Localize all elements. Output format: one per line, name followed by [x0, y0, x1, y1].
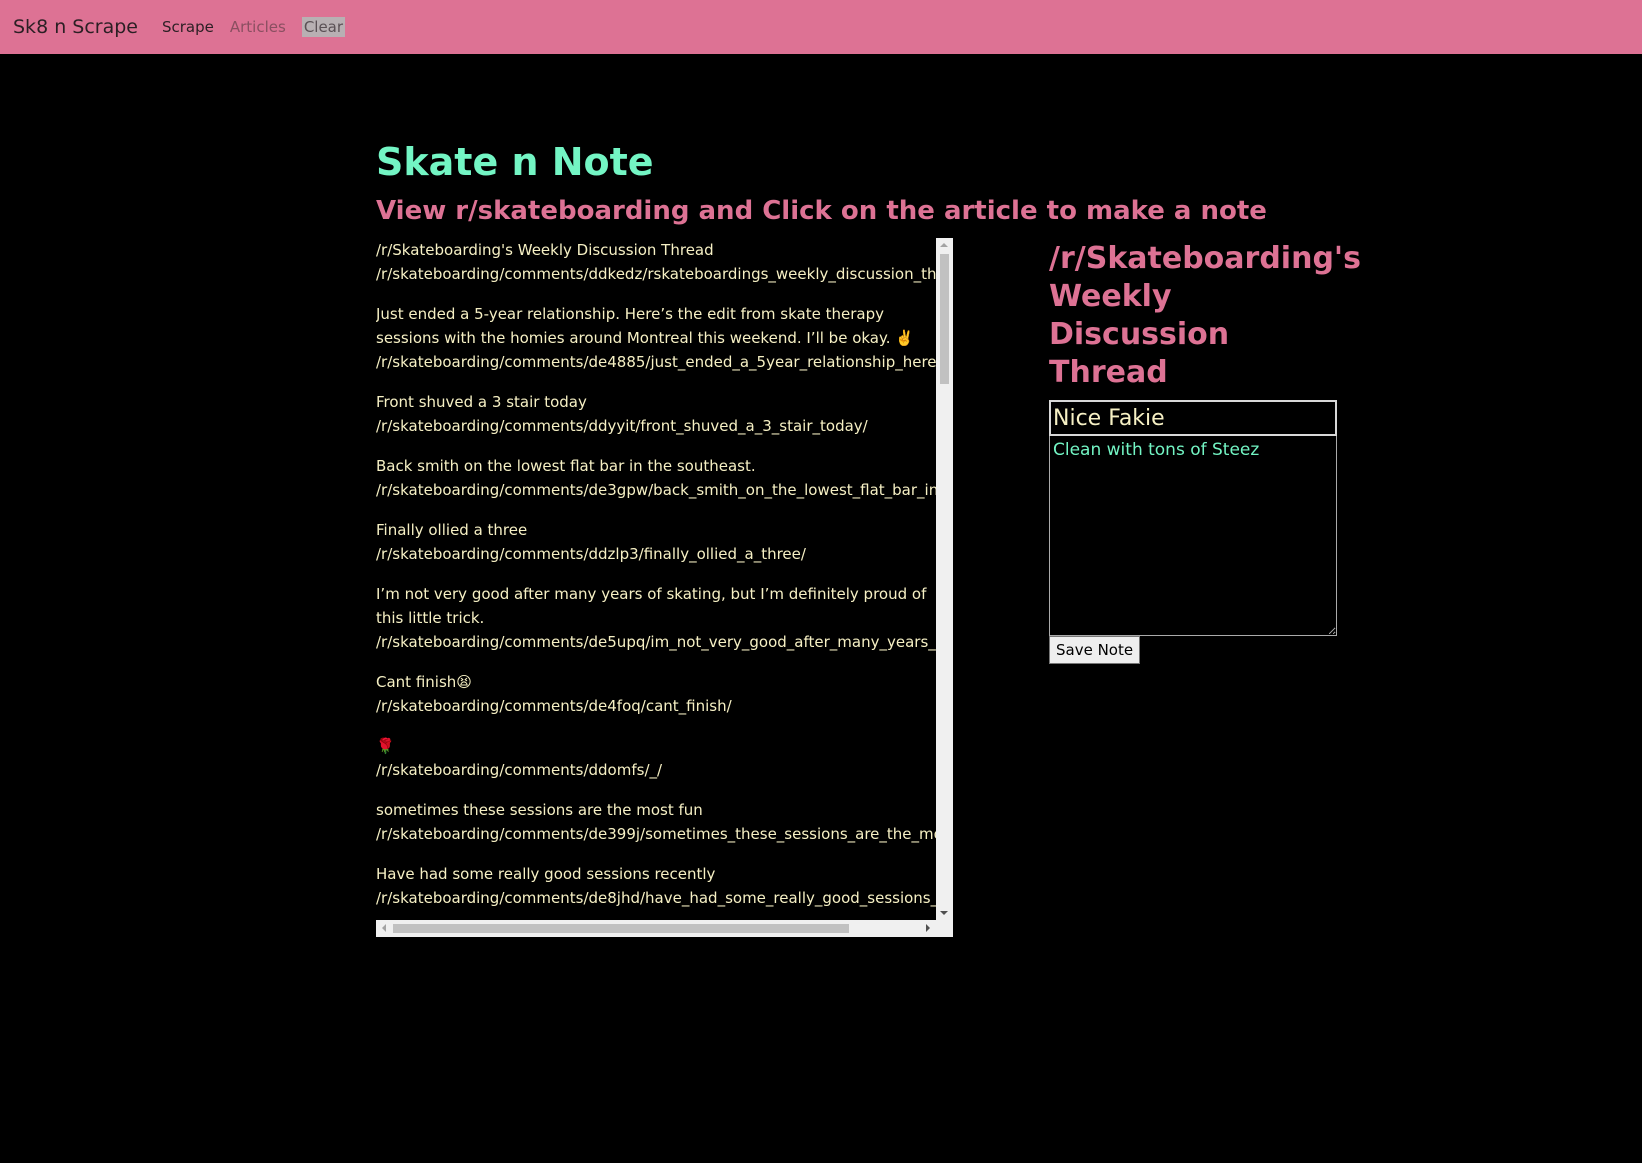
article-title[interactable]: sometimes these sessions are the most fu…: [376, 798, 936, 822]
page-subtitle: View r/skateboarding and Click on the ar…: [376, 196, 1267, 226]
article-link[interactable]: /r/skateboarding/comments/de399j/sometim…: [376, 822, 936, 846]
article-link[interactable]: /r/skateboarding/comments/ddkedz/rskateb…: [376, 262, 936, 286]
note-title-input[interactable]: [1049, 400, 1337, 436]
note-panel: /r/Skateboarding's Weekly Discussion Thr…: [1049, 240, 1361, 664]
article-item[interactable]: 🌹 /r/skateboarding/comments/ddomfs/_/: [376, 734, 936, 782]
article-link[interactable]: /r/skateboarding/comments/ddomfs/_/: [376, 758, 936, 782]
note-article-heading: /r/Skateboarding's Weekly Discussion Thr…: [1049, 241, 1361, 390]
article-item[interactable]: I’m not very good after many years of sk…: [376, 582, 936, 654]
article-item[interactable]: Finally ollied a three /r/skateboarding/…: [376, 518, 936, 566]
brand-link[interactable]: Sk8 n Scrape: [13, 16, 138, 38]
nav-clear-link[interactable]: Clear: [301, 17, 346, 37]
article-link[interactable]: /r/skateboarding/comments/de5upq/im_not_…: [376, 630, 936, 654]
scroll-down-arrow-icon[interactable]: [940, 911, 948, 915]
article-link[interactable]: /r/skateboarding/comments/ddyyit/front_s…: [376, 414, 936, 438]
article-link[interactable]: /r/skateboarding/comments/ddzlp3/finally…: [376, 542, 936, 566]
save-note-button[interactable]: Save Note: [1049, 636, 1141, 664]
article-title[interactable]: /r/Skateboarding's Weekly Discussion Thr…: [376, 238, 936, 262]
scroll-right-arrow-icon[interactable]: [926, 924, 930, 932]
article-item[interactable]: sometimes these sessions are the most fu…: [376, 798, 936, 846]
article-item[interactable]: Cant finish😫 /r/skateboarding/comments/d…: [376, 670, 936, 718]
article-link[interactable]: /r/skateboarding/comments/de4885/just_en…: [376, 350, 936, 374]
article-title[interactable]: Cant finish😫: [376, 670, 936, 694]
articles-panel: /r/Skateboarding's Weekly Discussion Thr…: [376, 238, 953, 937]
horizontal-scroll-thumb[interactable]: [393, 924, 849, 933]
scroll-corner: [936, 920, 953, 937]
article-item[interactable]: Have had some really good sessions recen…: [376, 862, 936, 910]
article-title[interactable]: 🌹: [376, 734, 936, 758]
nav-scrape-link[interactable]: Scrape: [162, 18, 214, 36]
article-item[interactable]: Just ended a 5-year relationship. Here’s…: [376, 302, 936, 374]
article-title[interactable]: Back smith on the lowest flat bar in the…: [376, 454, 936, 478]
horizontal-scrollbar[interactable]: [376, 920, 936, 937]
scroll-left-arrow-icon[interactable]: [382, 924, 386, 932]
article-item[interactable]: Front shuved a 3 stair today /r/skateboa…: [376, 390, 936, 438]
article-link[interactable]: /r/skateboarding/comments/de8jhd/have_ha…: [376, 886, 936, 910]
vertical-scroll-thumb[interactable]: [940, 254, 949, 384]
article-title[interactable]: Finally ollied a three: [376, 518, 936, 542]
vertical-scrollbar[interactable]: [936, 238, 953, 920]
article-link[interactable]: /r/skateboarding/comments/de3gpw/back_sm…: [376, 478, 936, 502]
article-item[interactable]: Back smith on the lowest flat bar in the…: [376, 454, 936, 502]
article-title[interactable]: I’m not very good after many years of sk…: [376, 582, 936, 630]
page-title: Skate n Note: [376, 140, 654, 184]
scroll-up-arrow-icon[interactable]: [940, 243, 948, 247]
note-body-textarea[interactable]: Clean with tons of Steez: [1049, 436, 1337, 636]
nav-articles-link[interactable]: Articles: [230, 18, 286, 36]
article-title[interactable]: Have had some really good sessions recen…: [376, 862, 936, 886]
articles-list: /r/Skateboarding's Weekly Discussion Thr…: [376, 238, 936, 920]
article-title[interactable]: Just ended a 5-year relationship. Here’s…: [376, 302, 936, 350]
navbar: Sk8 n Scrape Scrape Articles Clear: [0, 0, 1642, 54]
article-item[interactable]: /r/Skateboarding's Weekly Discussion Thr…: [376, 238, 936, 286]
article-title[interactable]: Front shuved a 3 stair today: [376, 390, 936, 414]
article-link[interactable]: /r/skateboarding/comments/de4foq/cant_fi…: [376, 694, 936, 718]
